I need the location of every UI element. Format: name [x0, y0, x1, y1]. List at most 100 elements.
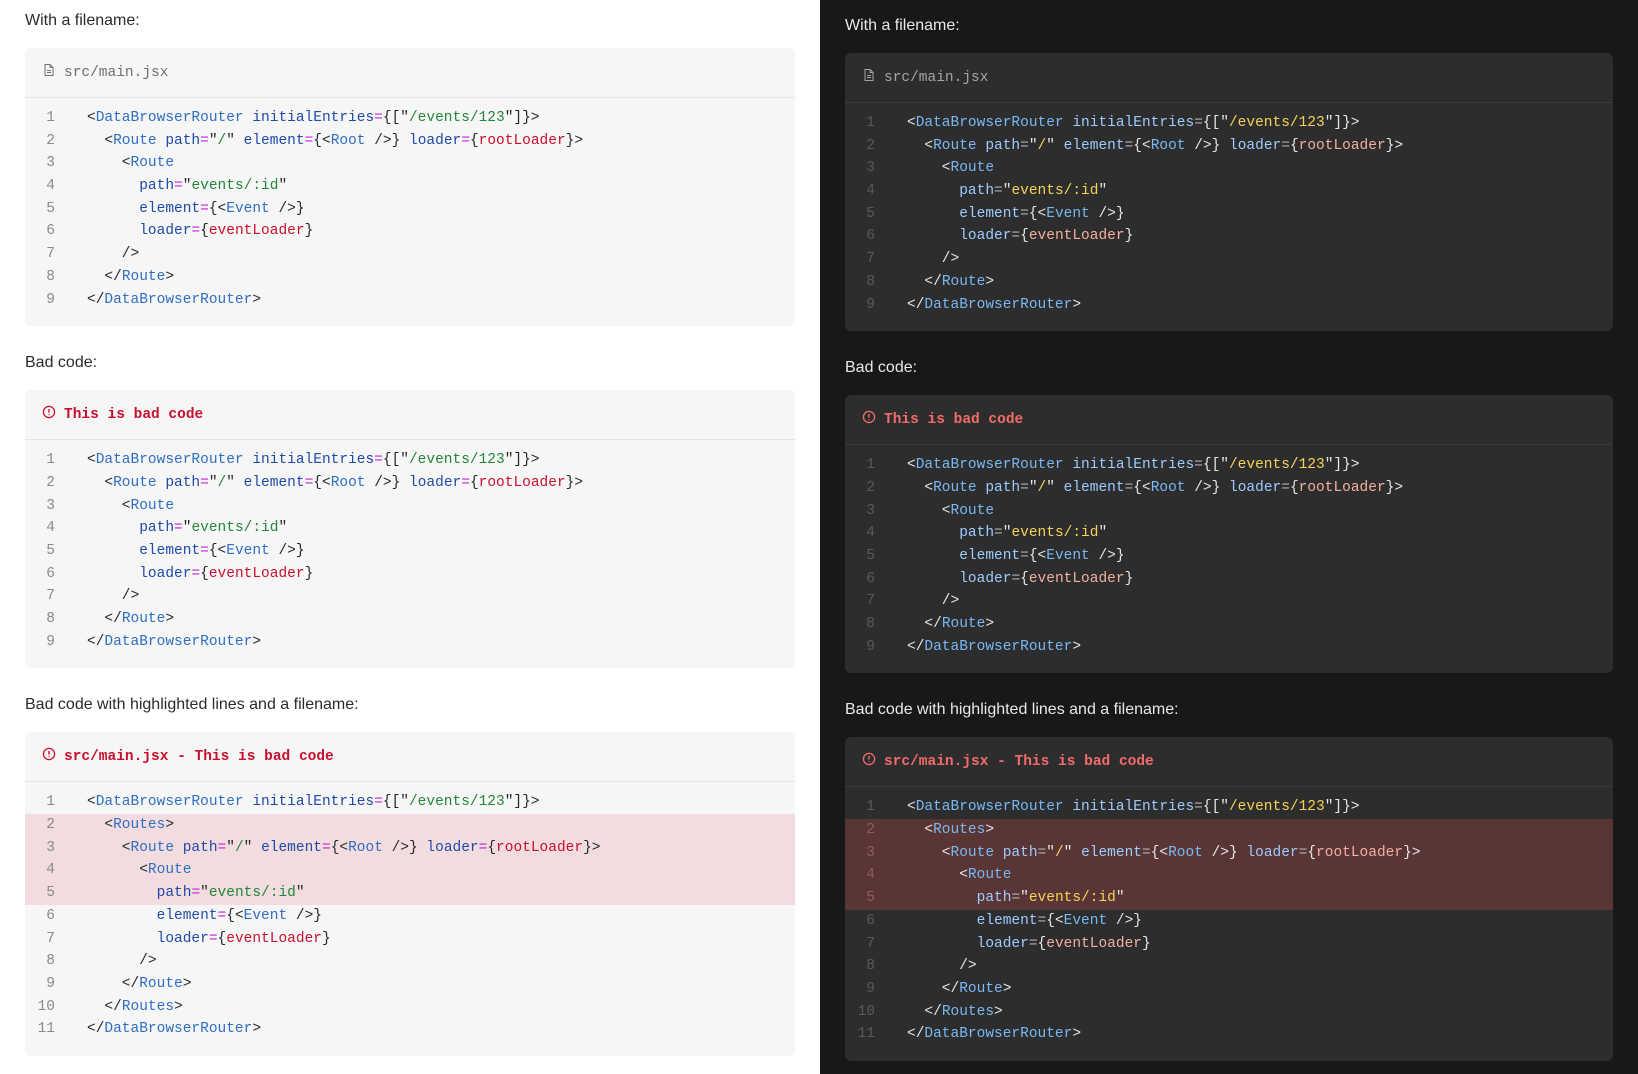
code-line: 8 </Route>	[845, 613, 1613, 636]
code-token: rootLoader	[496, 839, 584, 856]
code-token: <	[907, 457, 916, 474]
code-token: {["	[1202, 457, 1229, 474]
code-token: =	[1124, 479, 1134, 496]
code-line: 7 loader={eventLoader}	[25, 928, 795, 951]
code-token: =	[461, 132, 470, 149]
code-token: "	[295, 885, 305, 902]
line-number: 8	[866, 616, 875, 632]
code-token: <	[87, 817, 114, 834]
code-token: />}	[1185, 137, 1230, 154]
code-text: element={<Event />}	[87, 198, 304, 221]
code-token: Routes	[121, 998, 175, 1015]
code-token: =	[1194, 115, 1203, 131]
code-token: "	[208, 132, 218, 149]
code-token: loader	[156, 930, 209, 947]
code-token: {<	[1133, 479, 1151, 496]
code-token: />}	[269, 542, 305, 559]
code-text: <Route path="/" element={<Root />} loade…	[87, 130, 583, 153]
code-text: <DataBrowserRouter initialEntries={["/ev…	[907, 796, 1360, 819]
code-token: >	[994, 1003, 1003, 1020]
code-token: =	[994, 525, 1003, 542]
code-token: Event	[226, 200, 270, 217]
code-line: 2 <Route path="/" element={<Root />} loa…	[845, 477, 1613, 500]
code-line: 7 />	[845, 248, 1613, 271]
code-token: =	[1020, 479, 1029, 496]
code-line: 3 <Route	[845, 500, 1613, 523]
code-token: Root	[348, 839, 383, 856]
code-token: DataBrowserRouter	[924, 638, 1073, 655]
line-number: 6	[866, 228, 875, 245]
code-token: =	[1020, 137, 1029, 154]
code-text: element={<Event />}	[87, 540, 305, 563]
code-token: </	[87, 611, 122, 627]
code-token: Event	[1063, 912, 1108, 929]
code-token: Event	[226, 542, 270, 559]
code-line: 3 <Route	[25, 152, 795, 175]
code-token: Root	[1150, 137, 1186, 154]
code-token: {	[487, 839, 497, 856]
line-number: 11	[37, 1021, 55, 1038]
code-token: {	[469, 474, 479, 491]
code-token: {<	[1046, 912, 1064, 929]
code-text: </DataBrowserRouter>	[907, 636, 1081, 659]
code-token: =	[174, 520, 183, 537]
code-text: path="events/:id"	[87, 175, 287, 198]
line-number: 1	[866, 799, 875, 816]
code-token: =	[1028, 935, 1038, 952]
code-line: 9 </DataBrowserRouter>	[845, 294, 1613, 317]
code-token: }>	[565, 474, 584, 491]
code-line: 1 <DataBrowserRouter initialEntries={["/e…	[845, 454, 1613, 477]
code-token: DataBrowserRouter	[104, 291, 253, 308]
code-token: Route	[121, 268, 166, 285]
code-text: <DataBrowserRouter initialEntries={["/ev…	[907, 454, 1360, 477]
code-token: <	[907, 822, 934, 839]
code-token: =	[1020, 547, 1029, 564]
code-token: /events/123	[1228, 115, 1325, 131]
code-token: /	[1037, 137, 1047, 154]
line-number: 8	[866, 958, 875, 975]
code-line: 6 loader={eventLoader}	[25, 563, 795, 586]
code-line: 9 </DataBrowserRouter>	[25, 631, 795, 654]
code-text: path="events/:id"	[907, 180, 1107, 203]
line-number: 7	[866, 935, 875, 952]
code-token: >	[1002, 980, 1012, 997]
code-token: {<	[208, 542, 227, 559]
code-token: /events/123	[1228, 457, 1325, 474]
code-text: path="events/:id"	[907, 887, 1125, 910]
code-token: >	[165, 817, 175, 834]
code-token: </	[87, 998, 122, 1015]
code-text: </Route>	[907, 613, 994, 636]
code-body: 1 <DataBrowserRouter initialEntries={["/e…	[25, 440, 795, 668]
code-token: {["	[1202, 799, 1229, 816]
code-token: >	[985, 822, 995, 839]
code-token: <	[87, 452, 96, 469]
code-token: path	[985, 137, 1021, 154]
code-text: </DataBrowserRouter>	[87, 631, 261, 654]
code-token: <	[87, 132, 114, 149]
code-token: {<	[1028, 547, 1047, 564]
line-number: 3	[46, 155, 55, 172]
code-token: /	[234, 839, 244, 856]
code-token: Route	[130, 497, 175, 514]
line-number: 10	[37, 998, 55, 1015]
code-token: /	[217, 132, 227, 149]
code-token: =	[1194, 457, 1203, 474]
code-text: />	[907, 955, 976, 978]
code-token: "	[1020, 890, 1029, 907]
code-token: {<	[313, 132, 331, 149]
code-token: path	[156, 885, 192, 902]
code-token: }	[1124, 570, 1134, 587]
code-token: <	[907, 867, 968, 884]
line-number: 1	[866, 457, 875, 474]
code-token: />}	[1107, 912, 1142, 929]
line-number: 9	[866, 638, 875, 655]
code-token: >	[182, 975, 192, 992]
code-text: <Routes>	[87, 814, 174, 837]
code-token: }>	[565, 132, 584, 149]
code-token: =	[374, 794, 383, 811]
section-heading: Bad code:	[845, 359, 918, 377]
